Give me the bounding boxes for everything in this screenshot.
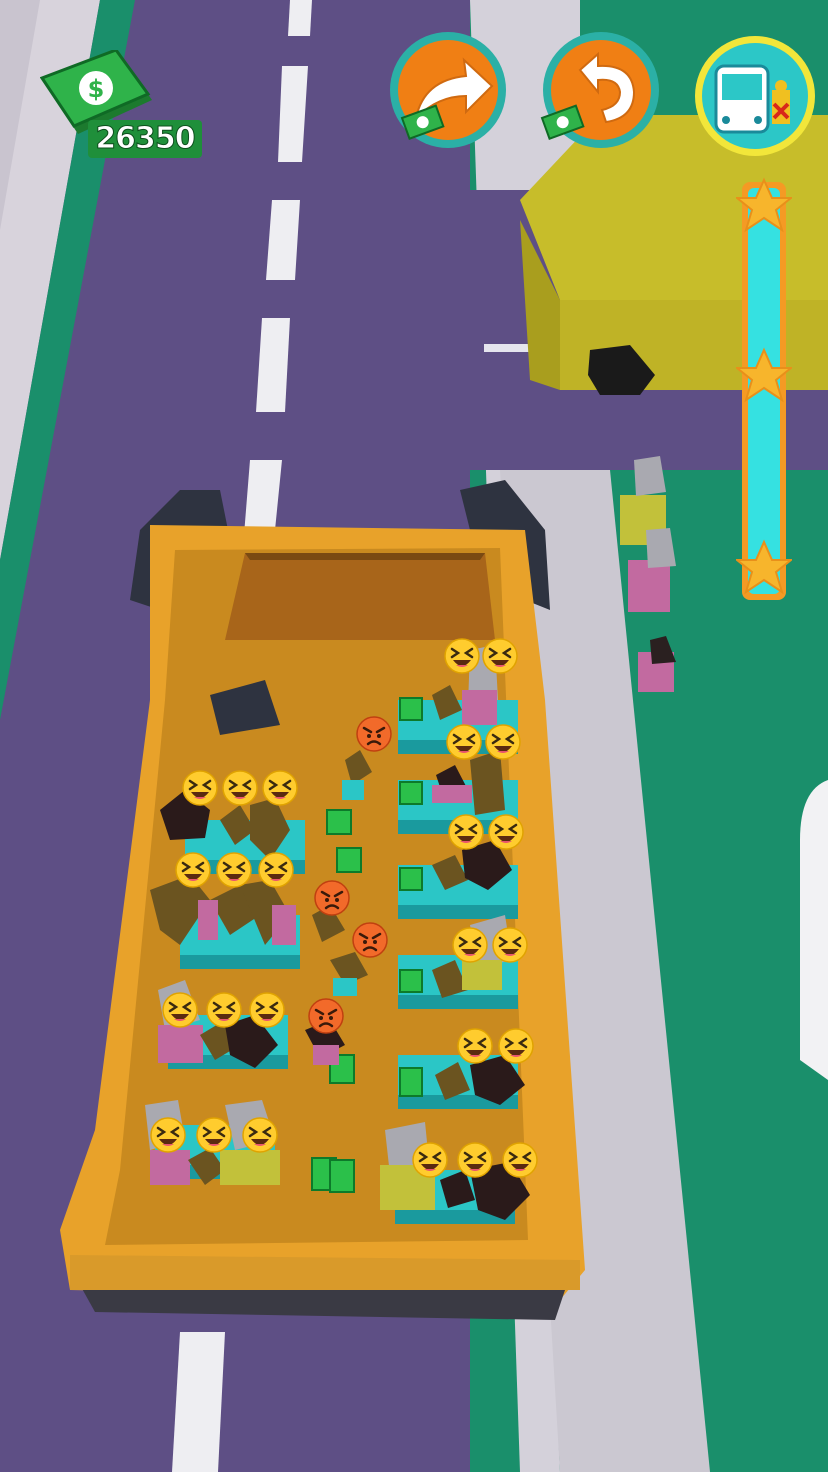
undo-arrow-icon bbox=[540, 32, 659, 148]
bus-icon bbox=[695, 36, 815, 156]
money-counter: $ 26350 bbox=[40, 50, 210, 160]
game-scene bbox=[0, 0, 828, 1472]
svg-text:$: $ bbox=[88, 75, 105, 103]
level-progress-bar bbox=[736, 176, 792, 604]
money-amount: 26350 bbox=[88, 120, 202, 158]
redo-button[interactable] bbox=[388, 30, 508, 150]
bus-swap-button[interactable] bbox=[694, 30, 816, 162]
undo-button[interactable] bbox=[540, 30, 662, 150]
redo-arrow-icon bbox=[390, 32, 506, 148]
